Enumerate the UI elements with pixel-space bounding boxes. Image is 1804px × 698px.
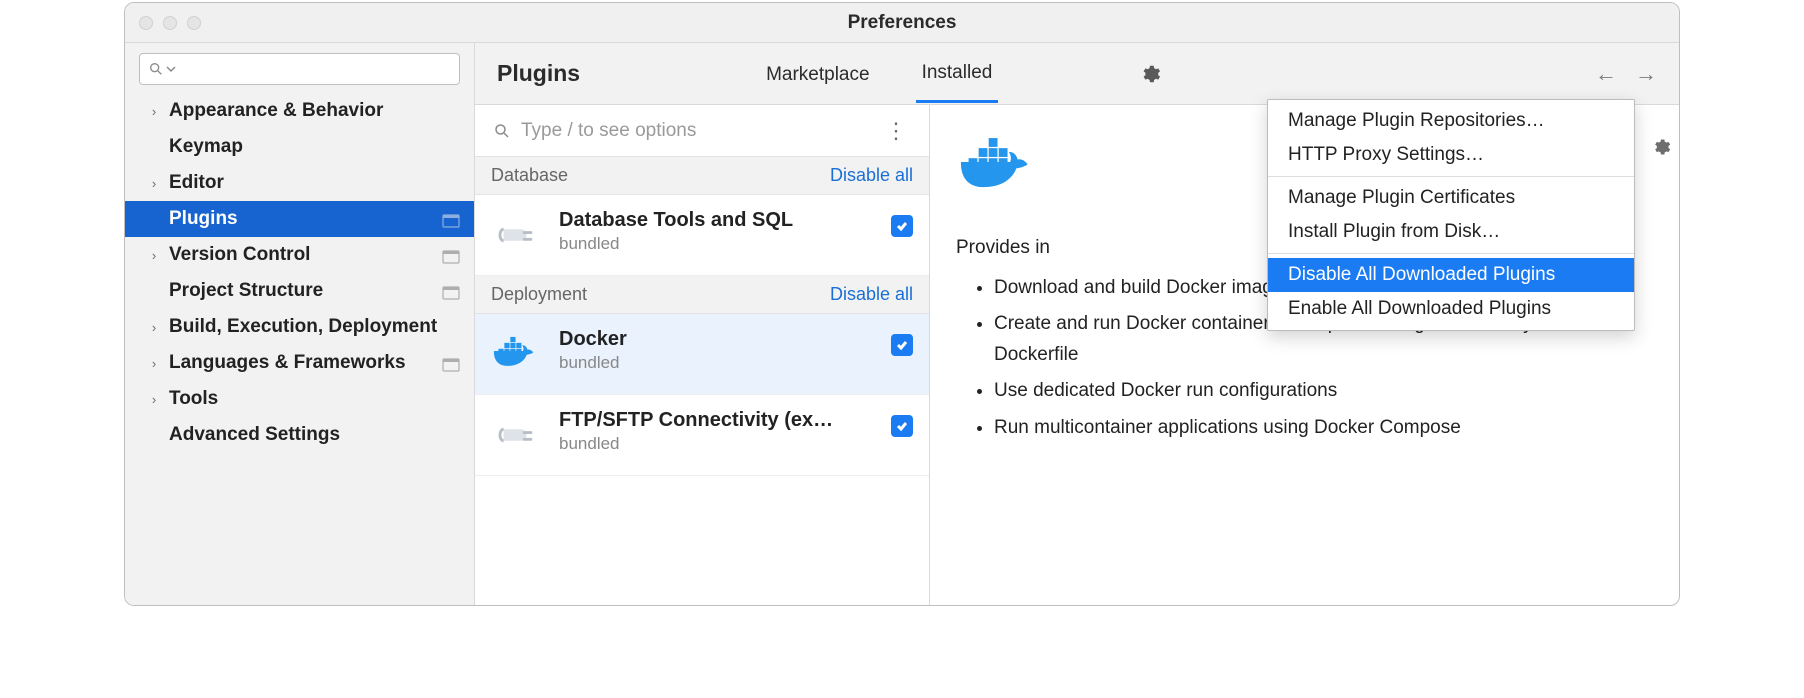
chevron-right-icon: › xyxy=(147,392,161,407)
project-badge-icon xyxy=(442,284,460,298)
plugin-list: ⋮ Database Disable all Database Tools and … xyxy=(475,105,930,605)
project-badge-icon xyxy=(442,248,460,262)
gear-menu: Manage Plugin Repositories…HTTP Proxy Se… xyxy=(1267,99,1635,331)
chevron-down-icon xyxy=(166,64,176,74)
plugin-item[interactable]: FTP/SFTP Connectivity (ex…bundled xyxy=(475,395,929,476)
sidebar-item-label: Build, Execution, Deployment xyxy=(169,316,460,338)
search-icon xyxy=(493,122,511,140)
sidebar-item-version-control[interactable]: › Version Control xyxy=(125,237,474,273)
sidebar-item-label: Keymap xyxy=(169,136,460,158)
plugin-subtitle: bundled xyxy=(559,434,875,454)
sidebar-item-label: Project Structure xyxy=(169,280,442,302)
chevron-right-icon: › xyxy=(147,248,161,263)
list-search[interactable]: ⋮ xyxy=(475,105,929,157)
sidebar-item-label: Plugins xyxy=(169,208,442,230)
plugin-item[interactable]: Dockerbundled xyxy=(475,314,929,395)
sidebar-item-project-structure[interactable]: Project Structure xyxy=(125,273,474,309)
sidebar-item-editor[interactable]: › Editor xyxy=(125,165,474,201)
plugin-subtitle: bundled xyxy=(559,353,875,373)
back-arrow-icon[interactable]: ← xyxy=(1595,61,1617,87)
menu-item[interactable]: Manage Plugin Certificates xyxy=(1268,181,1634,215)
list-search-input[interactable] xyxy=(521,120,881,142)
sidebar-item-languages-frameworks[interactable]: › Languages & Frameworks xyxy=(125,345,474,381)
plugin-name: FTP/SFTP Connectivity (ex… xyxy=(559,409,875,432)
menu-item[interactable]: HTTP Proxy Settings… xyxy=(1268,138,1634,172)
project-badge-icon xyxy=(442,212,460,226)
sidebar-item-label: Version Control xyxy=(169,244,442,266)
feature-bullet: Run multicontainer applications using Do… xyxy=(994,413,1653,443)
sidebar: › Appearance & Behavior Keymap › Editor Plugi… xyxy=(125,43,475,605)
zoom-dot[interactable] xyxy=(187,16,201,30)
plugin-checkbox[interactable] xyxy=(891,215,913,237)
sidebar-nav: › Appearance & Behavior Keymap › Editor Plugi… xyxy=(125,93,474,453)
preferences-window: Preferences › Appearance & Behavior Keymap… xyxy=(124,2,1680,606)
plug-icon xyxy=(491,209,543,261)
content-header: Plugins Marketplace Installed ← → xyxy=(475,43,1679,105)
gear-icon[interactable] xyxy=(1138,62,1162,86)
sidebar-item-label: Appearance & Behavior xyxy=(169,100,460,122)
search-icon xyxy=(148,61,164,77)
plugin-name: Database Tools and SQL xyxy=(559,209,875,232)
category-name: Database xyxy=(491,165,568,186)
sidebar-item-tools[interactable]: › Tools xyxy=(125,381,474,417)
chevron-right-icon: › xyxy=(147,104,161,119)
sidebar-search[interactable] xyxy=(139,53,460,85)
project-badge-icon xyxy=(442,356,460,370)
plugin-checkbox[interactable] xyxy=(891,415,913,437)
sidebar-item-label: Editor xyxy=(169,172,460,194)
detail-gear-icon[interactable] xyxy=(1651,137,1671,162)
chevron-right-icon: › xyxy=(147,356,161,371)
docker-icon xyxy=(956,123,1044,211)
menu-separator xyxy=(1268,253,1634,254)
window-controls xyxy=(139,16,201,30)
chevron-right-icon: › xyxy=(147,176,161,191)
docker-icon xyxy=(491,328,543,380)
disable-all-link[interactable]: Disable all xyxy=(830,165,913,186)
window-title: Preferences xyxy=(848,12,957,34)
tab-marketplace[interactable]: Marketplace xyxy=(760,46,876,102)
category-header: Deployment Disable all xyxy=(475,276,929,314)
sidebar-item-appearance-behavior[interactable]: › Appearance & Behavior xyxy=(125,93,474,129)
close-dot[interactable] xyxy=(139,16,153,30)
plug-icon xyxy=(491,409,543,461)
menu-item[interactable]: Disable All Downloaded Plugins xyxy=(1268,258,1634,292)
forward-arrow-icon[interactable]: → xyxy=(1635,61,1657,87)
plugin-checkbox[interactable] xyxy=(891,334,913,356)
kebab-icon[interactable]: ⋮ xyxy=(881,118,911,144)
menu-item[interactable]: Enable All Downloaded Plugins xyxy=(1268,292,1634,326)
chevron-right-icon: › xyxy=(147,320,161,335)
minimize-dot[interactable] xyxy=(163,16,177,30)
sidebar-item-label: Advanced Settings xyxy=(169,424,460,446)
sidebar-item-label: Tools xyxy=(169,388,460,410)
plugin-subtitle: bundled xyxy=(559,234,875,254)
sidebar-item-build-execution-deployment[interactable]: › Build, Execution, Deployment xyxy=(125,309,474,345)
feature-bullet: Use dedicated Docker run configurations xyxy=(994,376,1653,406)
plugin-name: Docker xyxy=(559,328,875,351)
sidebar-item-plugins[interactable]: Plugins xyxy=(125,201,474,237)
category-header: Database Disable all xyxy=(475,157,929,195)
page-title: Plugins xyxy=(497,60,580,87)
disable-all-link[interactable]: Disable all xyxy=(830,284,913,305)
menu-separator xyxy=(1268,176,1634,177)
titlebar: Preferences xyxy=(125,3,1679,43)
sidebar-item-keymap[interactable]: Keymap xyxy=(125,129,474,165)
plugin-item[interactable]: Database Tools and SQLbundled xyxy=(475,195,929,276)
sidebar-item-advanced-settings[interactable]: Advanced Settings xyxy=(125,417,474,453)
tab-installed[interactable]: Installed xyxy=(916,44,999,103)
menu-item[interactable]: Manage Plugin Repositories… xyxy=(1268,104,1634,138)
sidebar-item-label: Languages & Frameworks xyxy=(169,352,442,374)
category-name: Deployment xyxy=(491,284,587,305)
menu-item[interactable]: Install Plugin from Disk… xyxy=(1268,215,1634,249)
nav-arrows: ← → xyxy=(1595,61,1657,87)
